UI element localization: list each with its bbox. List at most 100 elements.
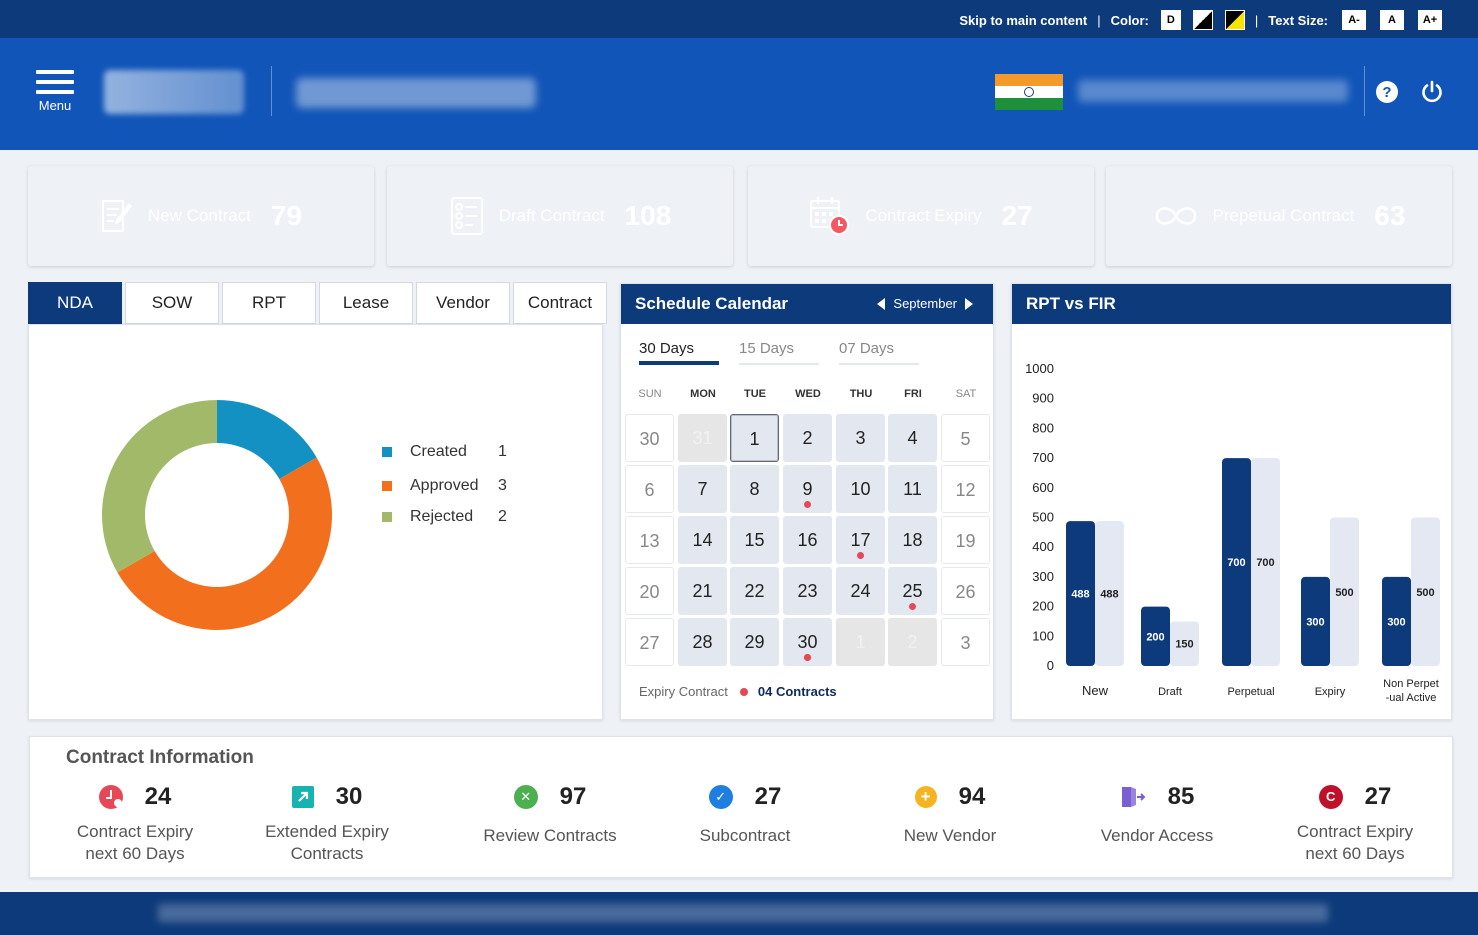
calendar-day[interactable]: 30	[625, 414, 674, 462]
separator: |	[1254, 12, 1259, 28]
calendar-day[interactable]: 5	[941, 414, 990, 462]
text-size-large-button[interactable]: A+	[1418, 10, 1442, 30]
arrow-up-right-icon	[291, 786, 314, 808]
calendar-day[interactable]: 28	[678, 618, 727, 666]
range-tab-07[interactable]: 07 Days	[839, 340, 919, 365]
help-icon[interactable]: ?	[1375, 80, 1399, 104]
calendar-day[interactable]: 16	[783, 516, 832, 564]
y-tick-label: 800	[1032, 420, 1054, 435]
clock-icon	[98, 785, 123, 809]
calendar-day[interactable]: 2	[888, 618, 937, 666]
calendar-day[interactable]: 25	[888, 567, 937, 615]
calendar-clock-icon	[810, 197, 850, 235]
app-header: Menu ?	[0, 38, 1478, 150]
calendar-day[interactable]: 8	[730, 465, 779, 513]
bar-value-label: 300	[1306, 616, 1324, 628]
donut-slice-rejected[interactable]	[102, 400, 217, 573]
calendar-day[interactable]: 6	[625, 465, 674, 513]
power-icon[interactable]	[1420, 80, 1444, 104]
skip-link[interactable]: Skip to main content	[959, 13, 1087, 28]
bar-value-label: 150	[1175, 639, 1193, 651]
stat-label: Contract Expiry	[865, 206, 982, 225]
calendar-day[interactable]: 3	[941, 618, 990, 666]
info-item-expiry-60[interactable]: 24 Contract Expiry next 60 Days	[60, 781, 210, 865]
calendar-day[interactable]: 9	[783, 465, 832, 513]
info-item-extended-expiry[interactable]: 30 Extended Expiry Contracts	[252, 781, 402, 865]
info-label: Vendor Access	[1100, 826, 1214, 845]
tab-contract[interactable]: Contract	[513, 282, 607, 324]
infinity-icon	[1155, 207, 1196, 225]
calendar-day[interactable]: 21	[678, 567, 727, 615]
calendar-day[interactable]: 18	[888, 516, 937, 564]
copyright-c-icon: C	[1318, 785, 1343, 809]
menu-label: Menu	[38, 98, 72, 113]
new-contract-card[interactable]: New Contract 79	[28, 166, 374, 266]
calendar-day[interactable]: 31	[678, 414, 727, 462]
info-label: Extended Expiry	[265, 822, 389, 841]
info-item-expiry-60-b[interactable]: C 27 Contract Expiry next 60 Days	[1280, 781, 1430, 865]
header-divider	[1364, 66, 1365, 116]
y-tick-label: 300	[1032, 569, 1054, 584]
y-tick-label: 600	[1032, 480, 1054, 495]
info-title: Contract Information	[66, 747, 254, 768]
info-value: 85	[1167, 783, 1195, 810]
range-tab-30[interactable]: 30 Days	[639, 340, 719, 365]
color-contrast-by-button[interactable]	[1224, 10, 1245, 30]
calendar-day[interactable]: 2	[783, 414, 832, 462]
calendar-day[interactable]: 1	[730, 414, 779, 462]
calendar-day[interactable]: 20	[625, 567, 674, 615]
stat-value: 79	[270, 200, 303, 231]
info-item-vendor-access[interactable]: 85 Vendor Access	[1080, 781, 1234, 847]
info-item-subcontract[interactable]: ✓ 27 Subcontract	[670, 781, 820, 847]
calendar-day[interactable]: 10	[836, 465, 885, 513]
prev-month-icon[interactable]	[877, 298, 886, 310]
perpetual-contract-card[interactable]: Prepetual Contract 63	[1106, 166, 1452, 266]
tab-nda[interactable]: NDA	[28, 282, 122, 324]
calendar-day[interactable]: 26	[941, 567, 990, 615]
legend-created: Created 1	[382, 443, 507, 461]
calendar-day[interactable]: 30	[783, 618, 832, 666]
calendar-day[interactable]: 14	[678, 516, 727, 564]
range-tab-15[interactable]: 15 Days	[739, 340, 819, 365]
calendar-day[interactable]: 11	[888, 465, 937, 513]
info-value: 30	[335, 783, 363, 810]
tab-rpt[interactable]: RPT	[222, 282, 316, 324]
calendar-day[interactable]: 17	[836, 516, 885, 564]
tab-lease[interactable]: Lease	[319, 282, 413, 324]
calendar-day[interactable]: 4	[888, 414, 937, 462]
door-exit-icon	[1121, 787, 1146, 807]
contract-expiry-card[interactable]: Contract Expiry 27	[748, 166, 1094, 266]
tab-vendor[interactable]: Vendor	[416, 282, 510, 324]
calendar-day[interactable]: 27	[625, 618, 674, 666]
info-item-new-vendor[interactable]: + 94 New Vendor	[875, 781, 1025, 847]
info-value: 94	[958, 783, 986, 810]
menu-button[interactable]: Menu	[36, 70, 74, 113]
range-tabs: 30 Days 15 Days 07 Days	[639, 340, 919, 365]
calendar-day[interactable]: 29	[730, 618, 779, 666]
info-value: 27	[754, 783, 782, 810]
text-size-small-button[interactable]: A-	[1342, 10, 1366, 30]
y-tick-label: 1000	[1025, 361, 1054, 376]
calendar-day[interactable]: 12	[941, 465, 990, 513]
calendar-day[interactable]: 19	[941, 516, 990, 564]
calendar-day[interactable]: 13	[625, 516, 674, 564]
color-default-button[interactable]: D	[1160, 10, 1181, 30]
tab-sow[interactable]: SOW	[125, 282, 219, 324]
text-size-normal-button[interactable]: A	[1380, 10, 1404, 30]
info-item-review[interactable]: ✕ 97 Review Contracts	[470, 781, 630, 847]
draft-contract-card[interactable]: Draft Contract 108	[387, 166, 733, 266]
bar-value-label: 500	[1416, 587, 1434, 599]
calendar-day[interactable]: 23	[783, 567, 832, 615]
stat-label: Draft Contract	[498, 206, 605, 225]
x-category-label: Expiry	[1315, 686, 1346, 698]
calendar-day[interactable]: 7	[678, 465, 727, 513]
color-contrast-bw-button[interactable]	[1192, 10, 1213, 30]
next-month-icon[interactable]	[965, 298, 973, 310]
calendar-day[interactable]: 24	[836, 567, 885, 615]
y-tick-label: 200	[1032, 599, 1054, 614]
calendar-day[interactable]: 3	[836, 414, 885, 462]
calendar-day[interactable]: 22	[730, 567, 779, 615]
calendar-day[interactable]: 1	[836, 618, 885, 666]
calendar-day[interactable]: 15	[730, 516, 779, 564]
legend-swatch	[382, 512, 392, 522]
